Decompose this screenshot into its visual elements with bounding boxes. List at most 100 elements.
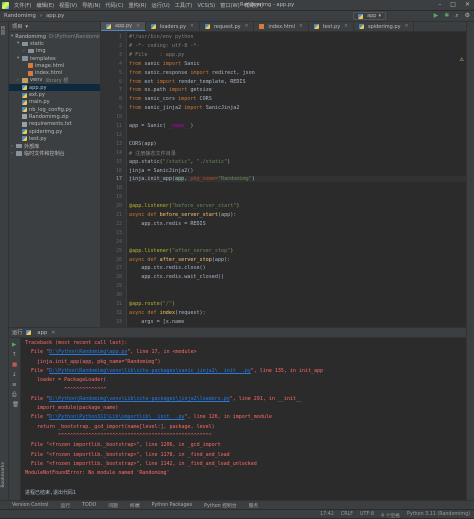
menu-item[interactable]: 文件(F): [14, 2, 31, 9]
tree-item[interactable]: spiderimg.py: [9, 128, 100, 135]
tree-item[interactable]: test.py: [9, 135, 100, 142]
code-line[interactable]: async def after_server_stop(app):: [129, 257, 230, 263]
trash-icon[interactable]: 🗑: [12, 402, 19, 408]
tree-item[interactable]: nb_log_config.py: [9, 106, 100, 113]
project-tool-tab[interactable]: 项目: [1, 26, 7, 35]
code-line[interactable]: from sanic.response import redirect, jso…: [129, 70, 255, 76]
settings-icon[interactable]: ⚙: [465, 12, 470, 20]
code-line[interactable]: #!/usr/bin/env python: [129, 34, 193, 40]
code-line[interactable]: @app.listener("after_server_stop"): [129, 248, 233, 254]
warning-indicator-icon[interactable]: ⚠: [460, 57, 464, 63]
debug-icon[interactable]: ✱: [444, 12, 449, 20]
bookmarks-tool-tab[interactable]: Bookmarks: [1, 462, 6, 488]
bottom-tool-tab[interactable]: 服务: [249, 502, 259, 509]
file-link[interactable]: D:\Python\Randomimg\venv\lib\site-packag…: [49, 368, 251, 374]
code-line[interactable]: jinja = SanicJinja2(): [129, 168, 193, 174]
bottom-tool-tab[interactable]: TODO: [82, 503, 96, 508]
maximize-icon[interactable]: □: [450, 1, 456, 8]
file-link[interactable]: D:\Python\Randomimg\venv\Lib\site-packag…: [49, 396, 230, 402]
bottom-tool-tab[interactable]: Python 控制台: [204, 502, 237, 509]
menu-item[interactable]: 窗口(W): [220, 2, 240, 9]
code-line[interactable]: from sanic import Sanic: [129, 61, 200, 67]
code-line[interactable]: @app.route("/"): [129, 301, 175, 307]
code-line[interactable]: from os.path import getsize: [129, 87, 212, 93]
tree-item[interactable]: image.html: [9, 62, 100, 69]
tree-item[interactable]: ▾RandomimgD:\Python\Randomimg: [9, 33, 100, 40]
close-icon[interactable]: ✕: [51, 330, 55, 336]
tree-item[interactable]: requirements.txt: [9, 121, 100, 128]
minimize-icon[interactable]: –: [438, 1, 441, 8]
breadcrumb-project[interactable]: Randomimg: [4, 13, 36, 19]
menu-item[interactable]: 重构(R): [128, 2, 146, 9]
editor-tab[interactable]: request.py ✕: [200, 22, 255, 31]
tree-item[interactable]: › img: [9, 48, 100, 55]
code-line[interactable]: from sanic_jinja2 import SanicJinja2: [129, 105, 239, 111]
search-icon[interactable]: ⌕: [455, 12, 458, 20]
code-line[interactable]: async def before_server_start(app):: [129, 212, 236, 218]
run-config-selector[interactable]: app ▾: [353, 12, 386, 20]
tree-item[interactable]: › 临时文件和控制台: [9, 150, 100, 157]
tree-item[interactable]: Randomimg.zip: [9, 113, 100, 120]
file-link[interactable]: D:\Python\Randomimg\app.py: [49, 349, 127, 355]
bottom-tool-tab[interactable]: 问题: [108, 502, 118, 509]
bottom-tool-tab[interactable]: 运行: [61, 502, 71, 509]
tree-item[interactable]: ▾ templates: [9, 55, 100, 62]
code-line[interactable]: from sanic_cors import CORS: [129, 96, 212, 102]
tree-item[interactable]: index.html: [9, 69, 100, 76]
close-icon[interactable]: ✕: [136, 24, 140, 29]
tree-item[interactable]: ▾ static: [9, 40, 100, 47]
rerun-icon[interactable]: ▶: [12, 342, 16, 348]
tree-item[interactable]: main.py: [9, 99, 100, 106]
code-line[interactable]: app.ctx.redis = REDIS: [129, 221, 205, 227]
close-icon[interactable]: ✕: [405, 24, 409, 29]
editor-tab[interactable]: app.py ✕: [101, 22, 146, 31]
menu-item[interactable]: 导航(N): [82, 2, 100, 9]
bottom-tool-tab[interactable]: 终端: [130, 502, 140, 509]
code-line[interactable]: @app.listener("before_server_start"): [129, 203, 239, 209]
code-line[interactable]: async def index(request):: [129, 310, 206, 316]
scroll-down-icon[interactable]: ↓: [12, 372, 17, 378]
print-icon[interactable]: ⎙: [12, 392, 16, 399]
menu-item[interactable]: 运行(U): [152, 2, 170, 9]
menu-item[interactable]: 代码(C): [105, 2, 123, 9]
close-icon[interactable]: ✕: [299, 24, 303, 29]
code-line[interactable]: # File : app.py: [129, 52, 184, 58]
soft-wrap-icon[interactable]: ≡: [12, 382, 17, 388]
code-line[interactable]: # -*- coding: utf-8 -*-: [129, 43, 200, 49]
tree-item[interactable]: ext.py: [9, 91, 100, 98]
code-line[interactable]: app.static("/static", "./static"): [129, 159, 230, 165]
close-icon[interactable]: ✕: [465, 1, 470, 8]
code-line[interactable]: app.ctx.redis.wait_closed(): [129, 274, 224, 280]
code-line[interactable]: args = [x.name: [129, 319, 184, 325]
editor-tab[interactable]: test.py ✕: [309, 22, 354, 31]
tree-item[interactable]: › venv library 根: [9, 77, 100, 84]
stop-icon[interactable]: ■: [12, 362, 17, 368]
code-area[interactable]: #!/usr/bin/env python # -*- coding: utf-8…: [129, 32, 468, 327]
code-line[interactable]: from ext import render_template, REDIS: [129, 79, 246, 85]
close-icon[interactable]: ✕: [190, 24, 194, 29]
editor-tab[interactable]: loaders.py ✕: [146, 22, 200, 31]
file-link[interactable]: D:\Python\Python311\Lib\importlib\__init…: [49, 414, 184, 420]
code-line[interactable]: jinja.init_app(app, pkg_name="Randomimg"…: [129, 176, 468, 183]
console-output[interactable]: Traceback (most recent call last): File …: [25, 340, 456, 500]
tree-item[interactable]: app.py: [9, 84, 100, 92]
chevron-icon[interactable]: ▾: [11, 34, 13, 39]
scroll-up-icon[interactable]: ↑: [12, 352, 17, 358]
editor-tab[interactable]: spiderimg.py ✕: [354, 22, 415, 31]
menu-item[interactable]: 视图(V): [59, 2, 77, 9]
bottom-tool-tab[interactable]: Version Control: [12, 503, 49, 508]
menu-item[interactable]: 工具(T): [175, 2, 193, 9]
close-icon[interactable]: ✕: [245, 24, 249, 29]
run-icon[interactable]: ▶: [434, 12, 439, 20]
menu-item[interactable]: 编辑(E): [36, 2, 54, 9]
code-line[interactable]: app.ctx.redis.close(): [129, 265, 205, 271]
run-config-tab[interactable]: app: [37, 330, 47, 336]
breadcrumb-file[interactable]: app.py: [46, 13, 64, 19]
editor-tab[interactable]: index.html ✕: [254, 22, 309, 31]
close-icon[interactable]: ✕: [344, 24, 348, 29]
code-line[interactable]: app = Sanic(__name__): [129, 123, 193, 129]
code-line[interactable]: # 注册静态文件目录: [129, 150, 176, 157]
code-line[interactable]: CORS(app): [129, 141, 157, 147]
chevron-down-icon[interactable]: ▾: [25, 24, 28, 30]
menu-item[interactable]: VCS(S): [197, 3, 215, 9]
